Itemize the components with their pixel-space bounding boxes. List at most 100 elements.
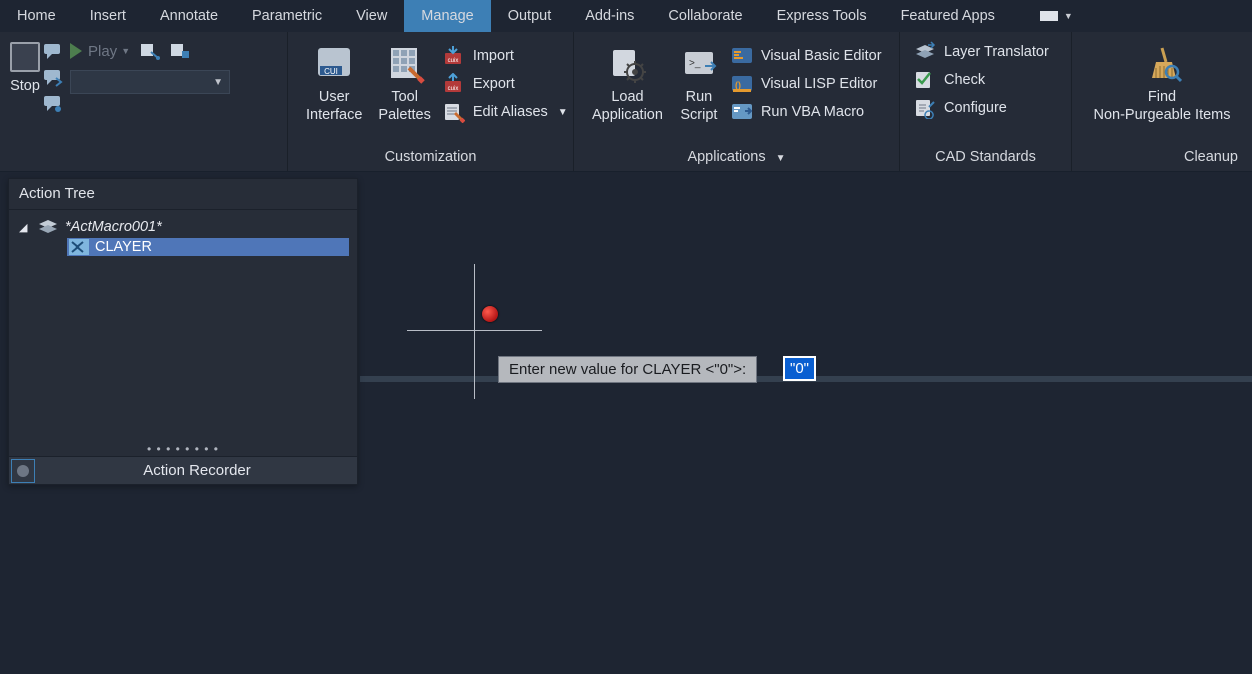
panel-applications: Load Application >_ Run Script Visual Ba…	[574, 32, 900, 171]
menu-tab-bar: HomeInsertAnnotateParametricViewManageOu…	[0, 0, 1252, 32]
cursor-crosshair-vertical	[474, 264, 475, 399]
message-dot-icon[interactable]	[42, 94, 64, 114]
chevron-down-icon: ▼	[1064, 11, 1073, 21]
cursor-crosshair-horizontal	[407, 330, 542, 331]
preference-icon-2[interactable]	[170, 42, 190, 60]
tree-collapse-icon[interactable]: ◢	[19, 221, 31, 234]
tree-child-label: CLAYER	[95, 239, 152, 255]
chevron-down-icon: ▼	[121, 46, 130, 56]
layer-translator-button[interactable]: Layer Translator	[910, 38, 1053, 66]
palette-footer: Action Recorder	[9, 456, 357, 484]
tab-collaborate[interactable]: Collaborate	[651, 0, 759, 32]
import-label: Import	[473, 48, 514, 64]
tab-view[interactable]: View	[339, 0, 404, 32]
stop-button-label: Stop	[10, 78, 40, 94]
panel-title-recorder	[0, 146, 287, 171]
macro-folder-icon	[37, 218, 59, 236]
panel-title-customization: Customization	[288, 146, 573, 171]
configure-button[interactable]: Configure	[910, 94, 1011, 122]
export-label: Export	[473, 76, 515, 92]
command-prompt-text: Enter new value for CLAYER <"0">:	[509, 361, 746, 378]
stop-icon[interactable]	[10, 42, 40, 72]
message-icon[interactable]	[42, 42, 64, 62]
tab-extra-box-icon	[1040, 11, 1058, 21]
run-script-button[interactable]: >_ Run Script	[671, 40, 727, 124]
action-tree-title: Action Tree	[9, 179, 357, 210]
command-node-icon	[69, 239, 89, 255]
panel-title-cleanup: Cleanup	[1072, 146, 1252, 171]
edit-aliases-icon	[443, 101, 465, 123]
command-prompt-tooltip: Enter new value for CLAYER <"0">:	[498, 356, 757, 383]
tab-extras[interactable]: ▼	[1012, 11, 1073, 21]
chevron-down-icon: ▼	[213, 77, 223, 88]
panel-title-standards: CAD Standards	[900, 146, 1071, 171]
run-script-icon: >_	[679, 44, 719, 84]
tab-parametric[interactable]: Parametric	[235, 0, 339, 32]
tab-output[interactable]: Output	[491, 0, 569, 32]
preference-icon-1[interactable]	[140, 42, 160, 60]
run-script-label: Run Script	[680, 88, 717, 124]
panel-title-applications: Applications ▼	[574, 146, 899, 171]
import-button[interactable]: cuix Import	[439, 42, 572, 70]
action-tree[interactable]: ◢ *ActMacro001* CLAYER	[9, 210, 357, 442]
vle-label: Visual LISP Editor	[761, 76, 877, 92]
panel-title-applications-text: Applications	[687, 149, 765, 165]
visual-lisp-editor-button[interactable]: () Visual LISP Editor	[727, 70, 886, 98]
chevron-down-icon[interactable]: ▼	[776, 153, 786, 164]
run-vba-macro-button[interactable]: Run VBA Macro	[727, 98, 886, 126]
user-interface-button[interactable]: CUI User Interface	[298, 40, 370, 124]
play-button[interactable]: Play ▼	[70, 43, 130, 60]
check-icon	[914, 69, 936, 91]
export-icon: cuix	[443, 73, 465, 95]
configure-label: Configure	[944, 100, 1007, 116]
tree-root-label: *ActMacro001*	[65, 219, 162, 235]
check-button[interactable]: Check	[910, 66, 989, 94]
svg-text:cuix: cuix	[447, 86, 458, 92]
vba-macro-icon	[731, 101, 753, 123]
message-arrow-icon[interactable]	[42, 68, 64, 88]
tree-child-row[interactable]: CLAYER	[67, 238, 349, 256]
ribbon: Stop P	[0, 32, 1252, 172]
vbe-icon	[731, 45, 753, 67]
tab-manage[interactable]: Manage	[404, 0, 490, 32]
svg-text:(): ()	[735, 80, 741, 90]
find-nonpurgeable-button[interactable]: Find Non-Purgeable Items	[1085, 40, 1238, 124]
layer-translator-icon	[914, 41, 936, 63]
tree-root-row[interactable]: ◢ *ActMacro001*	[19, 218, 349, 236]
load-application-button[interactable]: Load Application	[584, 40, 671, 124]
tab-insert[interactable]: Insert	[73, 0, 143, 32]
export-button[interactable]: cuix Export	[439, 70, 572, 98]
tab-add-ins[interactable]: Add-ins	[568, 0, 651, 32]
import-icon: cuix	[443, 45, 465, 67]
layer-translator-label: Layer Translator	[944, 44, 1049, 60]
macro-dropdown[interactable]: ▼	[70, 70, 230, 94]
find-nonpurgeable-label: Find Non-Purgeable Items	[1093, 88, 1230, 124]
command-input-text: "0"	[790, 360, 809, 377]
load-application-icon	[607, 44, 647, 84]
tab-express-tools[interactable]: Express Tools	[760, 0, 884, 32]
tab-featured-apps[interactable]: Featured Apps	[884, 0, 1012, 32]
play-label: Play	[88, 43, 117, 60]
tool-palettes-icon	[385, 44, 425, 84]
broom-search-icon	[1142, 44, 1182, 84]
palette-anchor-button[interactable]	[11, 459, 35, 483]
panel-customization: CUI User Interface Tool Palettes	[288, 32, 574, 171]
anchor-dot-icon	[17, 465, 29, 477]
check-label: Check	[944, 72, 985, 88]
load-application-label: Load Application	[592, 88, 663, 124]
chevron-down-icon: ▼	[558, 107, 568, 118]
record-indicator-icon	[482, 306, 498, 322]
edit-aliases-button[interactable]: Edit Aliases ▼	[439, 98, 572, 126]
tab-annotate[interactable]: Annotate	[143, 0, 235, 32]
play-icon	[70, 43, 82, 59]
tab-home[interactable]: Home	[0, 0, 73, 32]
edit-aliases-label: Edit Aliases	[473, 104, 548, 120]
command-input-value[interactable]: "0"	[783, 356, 816, 381]
vbe-label: Visual Basic Editor	[761, 48, 882, 64]
user-interface-label: User Interface	[306, 88, 362, 124]
vba-label: Run VBA Macro	[761, 104, 864, 120]
panel-action-recorder: Stop P	[0, 32, 288, 171]
palette-resize-grip[interactable]: • • • • • • • •	[9, 442, 357, 456]
tool-palettes-button[interactable]: Tool Palettes	[370, 40, 438, 124]
visual-basic-editor-button[interactable]: Visual Basic Editor	[727, 42, 886, 70]
